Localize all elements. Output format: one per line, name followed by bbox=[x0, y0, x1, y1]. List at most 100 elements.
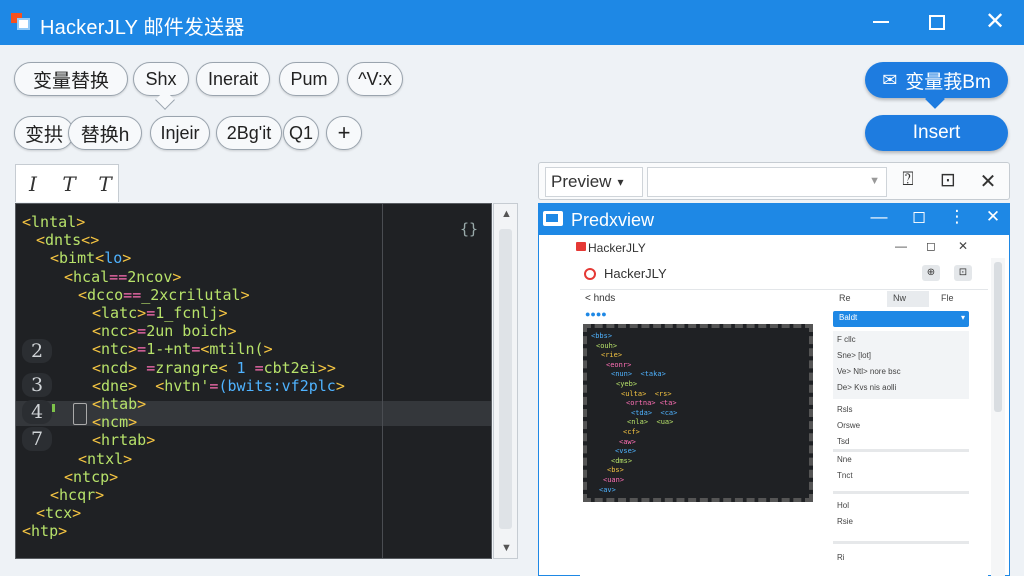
mini-tab: Re bbox=[839, 293, 851, 303]
preview-menu-icon[interactable]: ⋮ bbox=[945, 207, 969, 227]
code-line: <ncc>=2un boich> bbox=[92, 322, 237, 341]
mini-code-line: <nun> <taka> bbox=[611, 370, 666, 379]
window-title: HackerJLY 邮件发送器 bbox=[40, 17, 245, 39]
text-style-button[interactable]: T bbox=[94, 172, 116, 196]
chevron-down-icon: ▼ bbox=[869, 175, 880, 187]
code-line: <ncd> =zrangre< 1 =cbt2ei>> bbox=[92, 358, 336, 377]
scroll-thumb[interactable] bbox=[499, 229, 512, 529]
send-icon: ✉ bbox=[882, 69, 898, 90]
mini-panel-row: Sne> [lot] bbox=[837, 351, 872, 360]
code-line: <latc>=1_fcnlj> bbox=[92, 304, 228, 322]
q1-chip[interactable]: Q1 bbox=[283, 116, 319, 150]
italic-button[interactable]: I bbox=[22, 172, 44, 196]
preview-minimize-icon[interactable]: — bbox=[867, 207, 891, 227]
chevron-down-icon: ▾ bbox=[960, 313, 965, 322]
preview-toolbar: Preview ▾ ▼ ⍰ ⊡ ✕ bbox=[538, 162, 1010, 200]
gutter-number: 4 bbox=[22, 400, 52, 424]
paste-chip[interactable]: ^V:x bbox=[347, 62, 403, 96]
code-line: <ntc>=1-+nt=<mtiln(> bbox=[92, 340, 273, 359]
mini-code-line: <tda> <ca> bbox=[631, 408, 678, 417]
insert-chip[interactable]: Inerait bbox=[196, 62, 270, 96]
preview-scroll-thumb[interactable] bbox=[994, 262, 1002, 412]
app-logo-icon bbox=[11, 13, 31, 31]
mini-code-line: <aw> bbox=[619, 437, 636, 446]
mini-code-editor: <bbs> <ouh> <rie> <eonr> <nun> <taka> <yeb> <u… bbox=[583, 324, 813, 502]
maximize-icon bbox=[929, 14, 945, 30]
editor-format-toolbar: I T T bbox=[15, 164, 119, 202]
mini-divider bbox=[833, 491, 969, 494]
add-chip-button[interactable]: + bbox=[326, 116, 362, 150]
gutter-number: 2 bbox=[22, 339, 52, 363]
print-margin-line bbox=[382, 204, 383, 558]
mini-panel-row: F cllc bbox=[837, 335, 856, 344]
mini-list-row: Orswe bbox=[837, 421, 861, 430]
mini-list-row: Tnct bbox=[837, 471, 853, 480]
mini-list-row: Rsls bbox=[837, 405, 853, 414]
mini-code-line: <eonr> bbox=[606, 360, 632, 369]
preview-maximize-icon[interactable]: ◻ bbox=[907, 207, 931, 227]
zoom-icon[interactable]: ⍰ bbox=[895, 169, 921, 191]
code-line: <bimt<lo> bbox=[50, 249, 132, 268]
preview-close-icon[interactable]: ✕ bbox=[981, 207, 1005, 227]
code-line: <lntal> bbox=[22, 213, 86, 231]
replace-chip[interactable]: 替换h bbox=[68, 116, 142, 150]
mini-code-line: <uan> bbox=[603, 476, 625, 484]
shx-chip[interactable]: Shx bbox=[133, 62, 189, 96]
screenshot-icon[interactable]: ⊡ bbox=[935, 169, 961, 192]
preview-scrollbar[interactable] bbox=[991, 258, 1005, 576]
change-marker bbox=[52, 404, 55, 412]
divider bbox=[580, 289, 988, 290]
preview-title-bar: Predxview — ◻ ⋮ ✕ bbox=[539, 204, 1009, 235]
mini-app-title: HackerJLY bbox=[604, 266, 667, 281]
text-cursor bbox=[73, 403, 87, 425]
mini-tab: Nw bbox=[893, 293, 906, 303]
mini-code-line: <vse> bbox=[615, 447, 637, 456]
chevron-down-icon: ▾ bbox=[617, 175, 624, 189]
editor-scrollbar[interactable]: ▲ ▼ bbox=[493, 203, 518, 559]
mini-close-icon: ✕ bbox=[958, 239, 969, 253]
maximize-button[interactable] bbox=[922, 8, 952, 36]
scroll-up-icon[interactable]: ▲ bbox=[501, 208, 512, 220]
mini-tabs: Re Nw Fle bbox=[833, 291, 969, 307]
preview-window-icon bbox=[543, 211, 563, 226]
code-line: <ntxl> bbox=[78, 449, 133, 468]
code-line: <dne> <hvtn'=(bwits:vf2plc> bbox=[92, 376, 345, 395]
mini-minimize-icon: — bbox=[895, 239, 907, 253]
preview-mode-label: Preview bbox=[551, 172, 612, 191]
mini-code-line: <yeb> bbox=[616, 380, 638, 388]
code-line: <htp> bbox=[22, 522, 68, 541]
close-button[interactable]: ✕ bbox=[980, 8, 1010, 36]
send-label: 变量莪Bm bbox=[905, 71, 991, 93]
mini-breadcrumb: < hnds bbox=[585, 293, 616, 304]
variable-replace-chip[interactable]: 变量替换 bbox=[14, 62, 128, 96]
mini-list-row: Tsd bbox=[837, 437, 850, 446]
mini-code-line: <dms> bbox=[611, 456, 633, 465]
preview-url-input[interactable]: ▼ bbox=[647, 167, 887, 197]
close-preview-icon[interactable]: ✕ bbox=[975, 169, 1001, 194]
mini-list-row: Rsie bbox=[837, 517, 854, 526]
pum-chip[interactable]: Pum bbox=[279, 62, 339, 96]
code-line: <htab> bbox=[92, 395, 147, 413]
minimize-button[interactable] bbox=[866, 8, 896, 36]
code-line: <hcal==2ncov> bbox=[64, 267, 182, 286]
gutter-number: 3 bbox=[22, 373, 52, 397]
insert-button[interactable]: Insert bbox=[865, 115, 1008, 151]
scroll-down-icon[interactable]: ▼ bbox=[501, 542, 512, 554]
preview-mode-select[interactable]: Preview ▾ bbox=[545, 167, 643, 197]
mini-panel-row: De> Kvs nis aolli bbox=[837, 383, 897, 392]
mini-code-line: <bs> bbox=[607, 466, 624, 475]
preview-title: Predxview bbox=[571, 210, 655, 230]
variable-chip[interactable]: 变拱 bbox=[14, 116, 74, 150]
fold-marker[interactable]: {} bbox=[460, 220, 478, 238]
mini-code-line: <av> bbox=[599, 485, 616, 494]
code-editor[interactable]: {} 2 3 4 7 <lntal> <dnts<> <bimt<lo> <hcal=… bbox=[15, 203, 492, 559]
mini-code-line: <bbs> bbox=[591, 332, 613, 340]
inject-chip[interactable]: Injeir bbox=[150, 116, 210, 150]
current-line-highlight bbox=[16, 401, 491, 426]
mini-window-title: HackerJLY bbox=[588, 241, 646, 255]
bgit-chip[interactable]: 2Bg'it bbox=[216, 116, 282, 150]
title-bar: HackerJLY 邮件发送器 ✕ bbox=[0, 0, 1024, 45]
mini-select-label: Baldt bbox=[839, 313, 858, 322]
mini-dots: ●●●● bbox=[585, 309, 607, 319]
text-button[interactable]: T bbox=[58, 172, 80, 196]
